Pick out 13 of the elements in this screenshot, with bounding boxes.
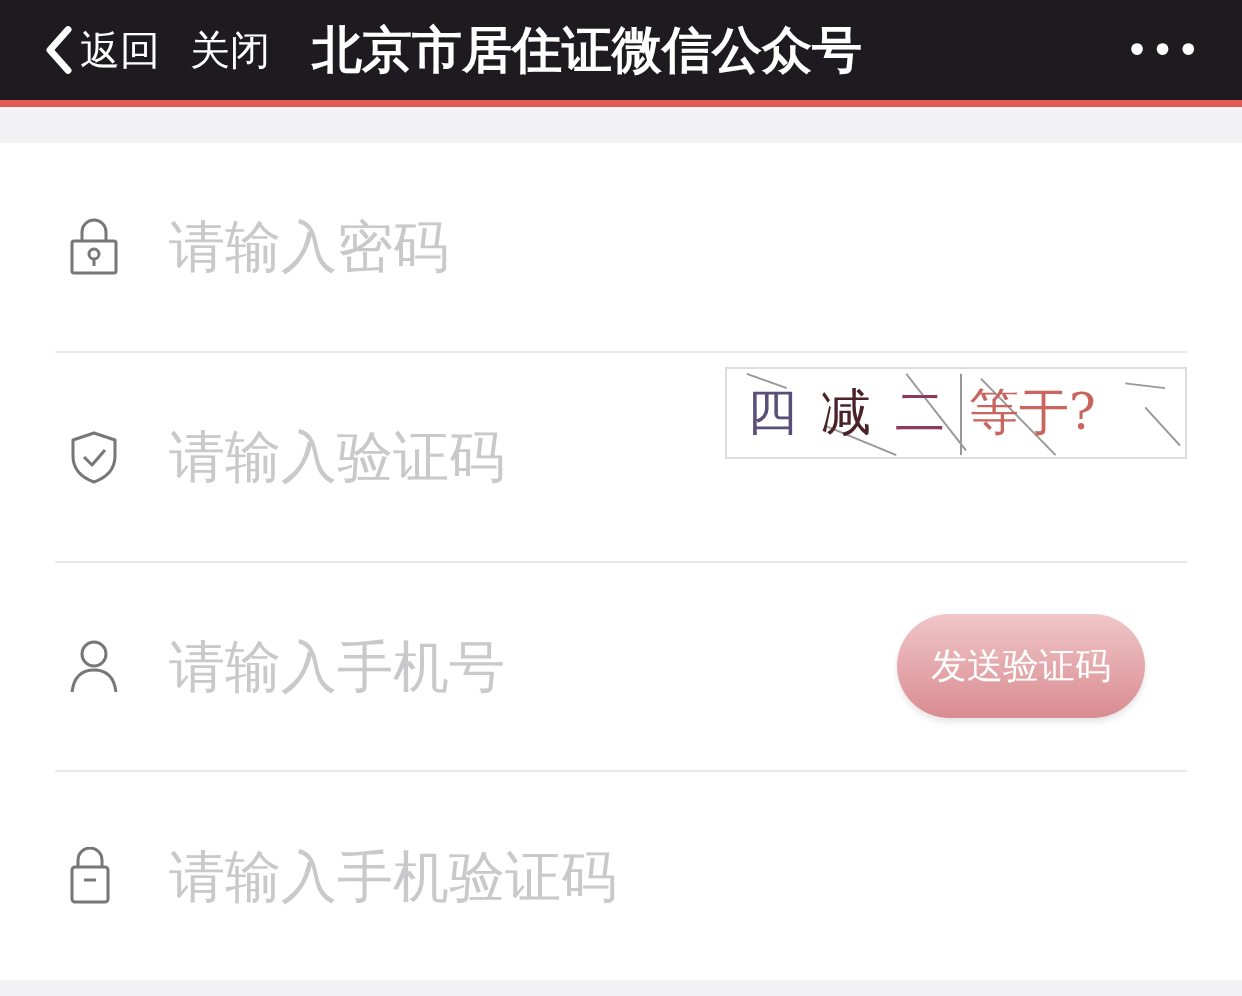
captcha-image[interactable]: 四 减 二 等于?: [725, 366, 1187, 459]
padlock-icon: [69, 216, 119, 277]
captcha-text: 二: [895, 382, 945, 444]
window-title: 北京市居住证微信公众号: [312, 19, 863, 81]
captcha-text: 等于?: [969, 382, 1096, 444]
back-button[interactable]: 返回: [42, 22, 160, 78]
lock-icon: [69, 847, 111, 906]
more-button[interactable]: •••: [1125, 27, 1202, 73]
captcha-text: 减: [821, 382, 871, 444]
person-icon: [69, 638, 119, 695]
close-button[interactable]: 关闭: [190, 22, 270, 78]
captcha-text: 四: [747, 382, 797, 444]
shield-check-icon: [69, 429, 119, 484]
